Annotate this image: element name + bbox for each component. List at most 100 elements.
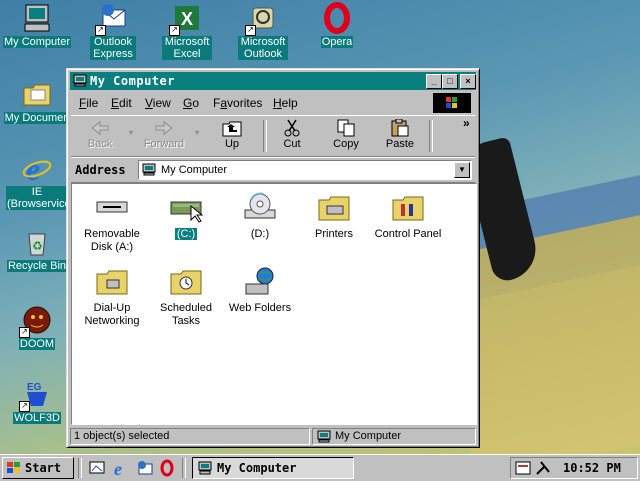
menu-go[interactable]: Go bbox=[183, 96, 199, 110]
desktop-icon-my-computer[interactable]: My Computer bbox=[0, 2, 74, 48]
toolbar-separator bbox=[429, 120, 433, 152]
window-title: My Computer bbox=[90, 74, 175, 88]
outlook-express-icon[interactable] bbox=[136, 459, 154, 477]
back-dropdown-icon[interactable]: ▾ bbox=[129, 128, 133, 137]
taskbar-button-my-computer[interactable]: My Computer bbox=[192, 457, 354, 479]
minimize-icon: _ bbox=[431, 76, 437, 86]
desktop-icon-outlook[interactable]: ↗ Microsoft Outlook bbox=[226, 2, 300, 60]
copy-label: Copy bbox=[333, 138, 359, 150]
item-drive-c[interactable]: (C:) bbox=[150, 192, 222, 241]
ie-icon[interactable]: e bbox=[112, 459, 130, 479]
menu-bar: File Edit View Go Favorites Help bbox=[71, 93, 475, 113]
opera-icon[interactable] bbox=[158, 459, 176, 477]
ie-icon: e bbox=[21, 151, 53, 187]
desktop-icon-recycle-bin[interactable]: ♻ Recycle Bin bbox=[0, 226, 74, 272]
desktop-icon-label: Microsoft Excel bbox=[162, 36, 212, 60]
address-field[interactable]: My Computer ▼ bbox=[138, 160, 472, 180]
item-removable-disk-a[interactable]: Removable Disk (A:) bbox=[76, 192, 148, 254]
floppy-drive-icon bbox=[95, 192, 129, 224]
status-bar: 1 object(s) selected My Computer bbox=[70, 427, 476, 445]
menu-view[interactable]: View bbox=[145, 96, 171, 110]
copy-button[interactable]: Copy bbox=[319, 118, 373, 154]
svg-text:X: X bbox=[181, 9, 193, 29]
windows-logo-throbber bbox=[433, 93, 471, 113]
hard-drive-icon bbox=[169, 192, 204, 224]
item-label: Control Panel bbox=[374, 228, 442, 240]
computer-icon bbox=[73, 74, 87, 87]
desktop-icon-label: My Computer bbox=[2, 36, 72, 48]
my-computer-window: My Computer _ □ × File Edit View Go Favo… bbox=[66, 68, 480, 448]
desktop-icon-label: Microsoft Outlook bbox=[238, 36, 288, 60]
desktop: My Computer ↗ Outlook Express X ↗ Micros… bbox=[0, 0, 640, 454]
forward-dropdown-icon[interactable]: ▾ bbox=[195, 128, 199, 137]
computer-icon bbox=[317, 430, 331, 443]
desktop-icon-ie[interactable]: e IE (Browservice bbox=[0, 151, 74, 210]
item-drive-d[interactable]: (D:) bbox=[224, 192, 296, 241]
item-printers[interactable]: Printers bbox=[298, 192, 370, 241]
svg-text:e: e bbox=[114, 459, 122, 477]
item-dialup-networking[interactable]: Dial-Up Networking bbox=[76, 266, 148, 328]
address-label: Address bbox=[75, 163, 126, 177]
desktop-icon-opera[interactable]: Opera bbox=[300, 2, 374, 48]
address-dropdown-button[interactable]: ▼ bbox=[454, 162, 470, 178]
folder-documents-icon bbox=[21, 78, 53, 110]
forward-button[interactable]: Forward bbox=[137, 118, 191, 154]
toolbar-overflow-chevron-icon[interactable]: » bbox=[463, 116, 470, 130]
window-titlebar[interactable]: My Computer _ □ × bbox=[70, 72, 476, 90]
desktop-icon-label: My Documen bbox=[3, 112, 71, 124]
item-control-panel[interactable]: Control Panel bbox=[372, 192, 444, 241]
menu-file[interactable]: File bbox=[79, 96, 98, 110]
item-label: Dial-Up Networking bbox=[84, 302, 140, 327]
desktop-icon-label: Opera bbox=[320, 36, 354, 48]
shortcut-arrow-icon: ↗ bbox=[19, 401, 30, 412]
shortcut-arrow-icon: ↗ bbox=[245, 25, 256, 36]
up-button[interactable]: Up bbox=[205, 118, 259, 154]
scissors-icon bbox=[281, 119, 303, 137]
cut-label: Cut bbox=[283, 138, 301, 150]
menu-edit[interactable]: Edit bbox=[111, 96, 132, 110]
taskbar-button-label: My Computer bbox=[217, 461, 297, 475]
svg-text:EG: EG bbox=[27, 382, 42, 393]
menu-help[interactable]: Help bbox=[273, 96, 298, 110]
desktop-icon-outlook-express[interactable]: ↗ Outlook Express bbox=[76, 2, 150, 60]
back-button[interactable]: Back bbox=[73, 118, 127, 154]
maximize-icon: □ bbox=[447, 76, 453, 86]
item-label: (C:) bbox=[174, 228, 198, 240]
start-button[interactable]: Start bbox=[2, 457, 74, 479]
standard-toolbar: Back ▾ Forward ▾ Up Cut Copy Paste » bbox=[71, 115, 475, 157]
folder-view: Removable Disk (A:) (C:) (D:) Printers C… bbox=[71, 183, 477, 425]
outlook-express-icon: ↗ bbox=[95, 2, 129, 36]
tools-tray-icon[interactable] bbox=[535, 460, 553, 476]
item-web-folders[interactable]: Web Folders bbox=[224, 266, 296, 315]
desktop-icon-wolf3d[interactable]: EG ↗ WOLF3D bbox=[0, 378, 74, 424]
clock[interactable]: 10:52 PM bbox=[563, 461, 621, 475]
item-label: Removable Disk (A:) bbox=[84, 228, 140, 253]
desktop-icon-my-documents[interactable]: My Documen bbox=[0, 78, 74, 124]
status-selection-pane: 1 object(s) selected bbox=[70, 428, 310, 445]
minimize-button[interactable]: _ bbox=[426, 74, 442, 89]
start-label: Start bbox=[25, 461, 62, 475]
status-zone-text: My Computer bbox=[335, 430, 402, 442]
item-scheduled-tasks[interactable]: Scheduled Tasks bbox=[150, 266, 222, 328]
address-value: My Computer bbox=[161, 164, 228, 176]
printers-folder-icon bbox=[317, 192, 351, 224]
menu-favorites[interactable]: Favorites bbox=[213, 96, 262, 110]
show-desktop-icon[interactable] bbox=[88, 459, 106, 477]
maximize-button[interactable]: □ bbox=[442, 74, 458, 89]
scheduler-tray-icon[interactable] bbox=[515, 460, 533, 476]
paste-button[interactable]: Paste bbox=[373, 118, 427, 154]
desktop-icon-doom[interactable]: ↗ DOOM bbox=[0, 304, 74, 350]
computer-icon bbox=[198, 461, 212, 475]
forward-label: Forward bbox=[143, 138, 185, 150]
cut-button[interactable]: Cut bbox=[265, 118, 319, 154]
web-folders-icon bbox=[243, 266, 277, 298]
svg-text:♻: ♻ bbox=[32, 239, 43, 253]
desktop-icon-excel[interactable]: X ↗ Microsoft Excel bbox=[150, 2, 224, 60]
up-label: Up bbox=[224, 138, 240, 150]
status-selection-text: 1 object(s) selected bbox=[74, 430, 170, 442]
computer-icon bbox=[142, 163, 156, 176]
outlook-icon: ↗ bbox=[245, 2, 279, 36]
copy-icon bbox=[335, 119, 357, 137]
recycle-bin-icon: ♻ bbox=[21, 226, 53, 258]
close-button[interactable]: × bbox=[460, 74, 476, 89]
